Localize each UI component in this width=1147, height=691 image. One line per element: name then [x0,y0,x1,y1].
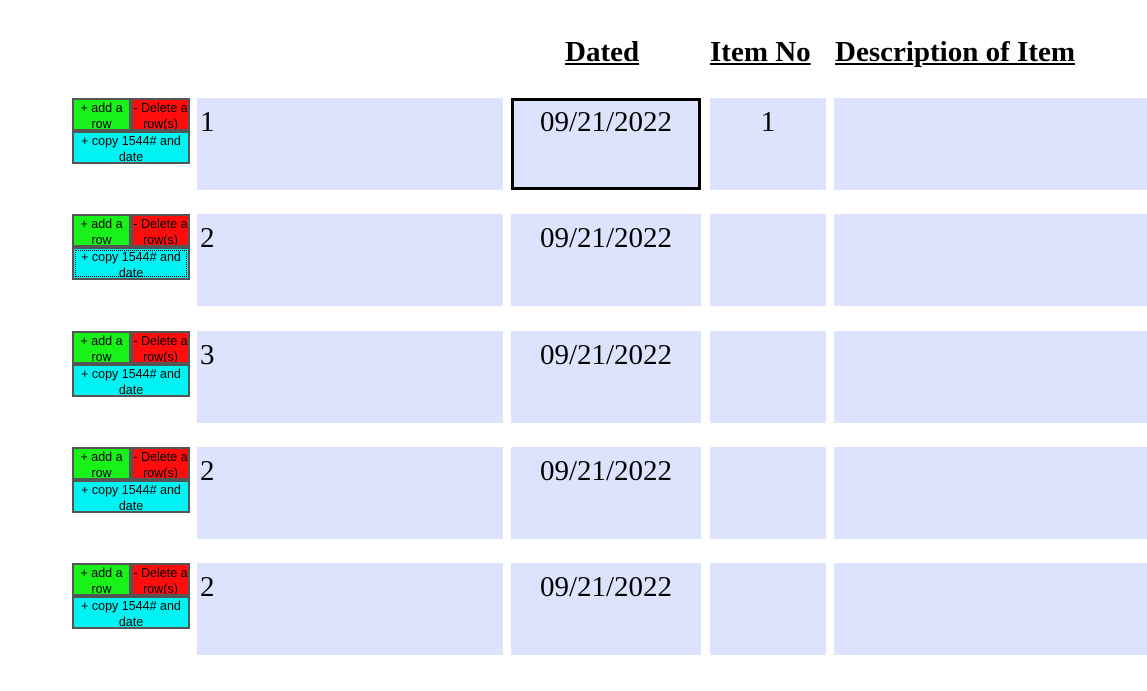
copy-1544-and-date-button[interactable]: + copy 1544# and date [72,247,190,280]
add-row-button[interactable]: + add a row [72,447,131,480]
dated-field[interactable]: 09/21/2022 [511,98,701,190]
row-number-field[interactable]: 2 [197,563,503,655]
copy-1544-and-date-button[interactable]: + copy 1544# and date [72,364,190,397]
row-number-field[interactable]: 2 [197,447,503,539]
delete-rows-button[interactable]: - Delete a row(s) [131,331,190,364]
column-header-dated: Dated [565,36,640,68]
form-row: + add a row - Delete a row(s) + copy 154… [0,331,1147,424]
add-row-button[interactable]: + add a row [72,563,131,596]
dated-field[interactable]: 09/21/2022 [511,447,701,539]
form-row: + add a row - Delete a row(s) + copy 154… [0,214,1147,307]
copy-1544-and-date-button[interactable]: + copy 1544# and date [72,596,190,629]
description-field[interactable] [834,331,1147,423]
delete-rows-button[interactable]: - Delete a row(s) [131,563,190,596]
copy-1544-and-date-button[interactable]: + copy 1544# and date [72,131,190,164]
row-number-field[interactable]: 3 [197,331,503,423]
delete-rows-button[interactable]: - Delete a row(s) [131,98,190,131]
item-no-field[interactable]: 1 [710,98,826,190]
dated-field[interactable]: 09/21/2022 [511,214,701,306]
dated-field[interactable]: 09/21/2022 [511,563,701,655]
form-row: + add a row - Delete a row(s) + copy 154… [0,447,1147,540]
column-header-item-no: Item No [710,36,811,68]
item-no-field[interactable] [710,563,826,655]
form-row: + add a row - Delete a row(s) + copy 154… [0,98,1147,191]
form-row: + add a row - Delete a row(s) + copy 154… [0,563,1147,656]
description-field[interactable] [834,98,1147,190]
copy-1544-and-date-button[interactable]: + copy 1544# and date [72,480,190,513]
item-no-field[interactable] [710,447,826,539]
description-field[interactable] [834,447,1147,539]
description-field[interactable] [834,563,1147,655]
dated-field[interactable]: 09/21/2022 [511,331,701,423]
description-field[interactable] [834,214,1147,306]
column-header-description: Description of Item [835,36,1076,68]
row-number-field[interactable]: 1 [197,98,503,190]
item-no-field[interactable] [710,214,826,306]
add-row-button[interactable]: + add a row [72,98,131,131]
add-row-button[interactable]: + add a row [72,214,131,247]
add-row-button[interactable]: + add a row [72,331,131,364]
delete-rows-button[interactable]: - Delete a row(s) [131,447,190,480]
delete-rows-button[interactable]: - Delete a row(s) [131,214,190,247]
row-number-field[interactable]: 2 [197,214,503,306]
item-no-field[interactable] [710,331,826,423]
